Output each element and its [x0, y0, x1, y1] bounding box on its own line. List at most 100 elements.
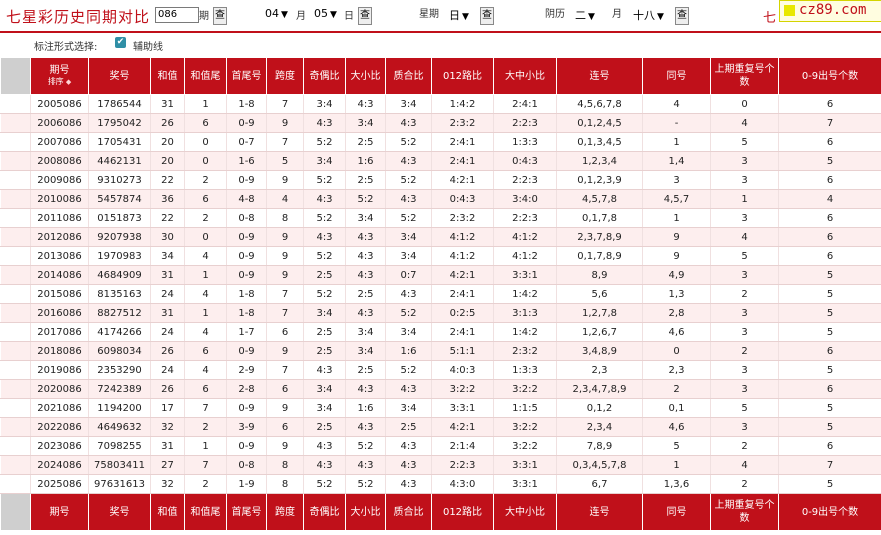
weekday-query-button[interactable]: 查	[480, 7, 494, 25]
table-cell: 0:4:3	[493, 151, 557, 171]
page-title: 七星彩历史同期对比	[6, 8, 151, 26]
table-cell: 2	[710, 474, 779, 494]
table-cell: 1:1:5	[493, 398, 557, 418]
table-cell: 4	[642, 94, 711, 114]
table-cell: 6	[778, 246, 881, 266]
row-marker-cell	[0, 341, 31, 361]
column-header-12: 连号	[556, 57, 643, 95]
column-header-label: 和值尾	[190, 70, 221, 82]
table-cell: 4:2:1	[431, 170, 494, 190]
table-cell: 9	[642, 246, 711, 266]
row-marker-cell	[0, 132, 31, 152]
column-header-2: 奖号	[88, 493, 151, 531]
table-cell: 3:3:1	[431, 398, 494, 418]
date-query-button[interactable]: 查	[358, 7, 372, 25]
table-cell: 1:6	[385, 341, 432, 361]
column-header-label: 大小比	[350, 70, 381, 82]
table-cell: 4:1:2	[431, 246, 494, 266]
lunar-query-button[interactable]: 查	[675, 7, 689, 25]
table-cell: 1786544	[88, 94, 151, 114]
table-cell: 4,6	[642, 417, 711, 437]
table-cell: 1-8	[226, 284, 267, 304]
table-cell: 0-9	[226, 246, 267, 266]
table-cell: 1,2,7,8	[556, 303, 643, 323]
table-cell: 0	[710, 94, 779, 114]
table-cell: 4	[184, 322, 227, 342]
table-cell: 9	[266, 246, 304, 266]
table-row: 2024086 75803411 27 7 0-8 8 4:3 4:3 4:3 2:2:3 3:3:…	[0, 455, 881, 475]
table-cell: 2007086	[30, 132, 89, 152]
table-cell: 3	[710, 322, 779, 342]
table-cell: 6	[266, 322, 304, 342]
table-cell: 2:5	[303, 341, 346, 361]
sort-icon: ◆	[63, 78, 72, 86]
table-cell: 4:3	[385, 284, 432, 304]
table-row: 2008086 4462131 20 0 1-6 5 3:4 1:6 4:3 2:4:1 0:4:3…	[0, 151, 881, 171]
table-cell: 2005086	[30, 94, 89, 114]
auxiliary-line-label[interactable]: 辅助线	[133, 38, 163, 53]
column-header-7: 奇偶比	[303, 57, 346, 95]
table-cell: 0,1	[642, 398, 711, 418]
column-header-label: 大小比	[350, 506, 381, 518]
table-cell: 6	[778, 341, 881, 361]
column-header-label: 和值尾	[190, 506, 221, 518]
table-cell: 1194200	[88, 398, 151, 418]
day-select[interactable]: 05 ▼	[314, 7, 337, 20]
table-cell: 5:2	[303, 132, 346, 152]
table-cell: 9	[266, 265, 304, 285]
table-cell: 3:4	[385, 398, 432, 418]
table-cell: 8	[266, 474, 304, 494]
table-cell: 2:4:1	[431, 322, 494, 342]
table-row: 2009086 9310273 22 2 0-9 9 5:2 2:5 5:2 4:2:1 2:2:3…	[0, 170, 881, 190]
table-cell: 6	[184, 379, 227, 399]
table-cell: 2,8	[642, 303, 711, 323]
table-cell: 0,1,2,3,9	[556, 170, 643, 190]
table-cell: 0-9	[226, 398, 267, 418]
table-cell: 3	[710, 417, 779, 437]
table-cell: 2022086	[30, 417, 89, 437]
lunar-day-select[interactable]: 十八 ▼	[633, 7, 664, 23]
period-query-button[interactable]: 查	[213, 7, 227, 25]
column-header-9: 质合比	[385, 57, 432, 95]
site-logo[interactable]: cz89.com	[779, 0, 881, 22]
table-cell: 0-9	[226, 436, 267, 456]
table-cell: 5	[778, 322, 881, 342]
table-row: 2019086 2353290 24 4 2-9 7 4:3 2:5 5:2 4:0:3 1:3:3…	[0, 360, 881, 380]
table-cell: 22	[150, 170, 185, 190]
table-cell: 2006086	[30, 113, 89, 133]
lunar-month-select-value: 二	[575, 9, 586, 22]
table-cell: 5	[778, 303, 881, 323]
auxiliary-line-checkbox[interactable]: ✔	[115, 37, 126, 48]
table-cell: 9310273	[88, 170, 151, 190]
table-cell: 2:5	[345, 132, 386, 152]
lunar-month-select[interactable]: 二 ▼	[575, 7, 595, 23]
table-cell: 0-8	[226, 455, 267, 475]
column-header-1[interactable]: 期号 排序 ◆	[30, 57, 89, 95]
table-body: 2005086 1786544 31 1 1-8 7 3:4 4:3 3:4 1:4:2 2:4:1…	[0, 94, 881, 494]
table-cell: 5	[778, 398, 881, 418]
table-cell: 27	[150, 455, 185, 475]
table-cell: 5	[778, 284, 881, 304]
column-header-label: 质合比	[393, 70, 424, 82]
table-cell: 4	[710, 455, 779, 475]
table-row: 2013086 1970983 34 4 0-9 9 5:2 4:3 3:4 4:1:2 4:1:2…	[0, 246, 881, 266]
period-input[interactable]: 086	[155, 7, 199, 23]
table-cell: 9	[266, 436, 304, 456]
column-header-1: 期号	[30, 493, 89, 531]
weekday-select[interactable]: 日 ▼	[449, 7, 469, 23]
table-cell: 4:3	[345, 303, 386, 323]
table-cell: 6	[778, 227, 881, 247]
column-header-5: 首尾号	[226, 493, 267, 531]
column-header-9: 质合比	[385, 493, 432, 531]
month-select[interactable]: 04 ▼	[265, 7, 288, 20]
table-cell: 5:2	[303, 208, 346, 228]
right-nav-link[interactable]: 七	[763, 7, 776, 26]
check-icon: ✔	[116, 37, 125, 47]
sort-toggle[interactable]: 排序 ◆	[48, 77, 72, 87]
table-cell: 1	[184, 303, 227, 323]
table-cell: 1:6	[345, 398, 386, 418]
month-select-value: 04	[265, 7, 279, 20]
table-cell: 4	[266, 189, 304, 209]
table-cell: 4684909	[88, 265, 151, 285]
table-cell: 2	[710, 341, 779, 361]
